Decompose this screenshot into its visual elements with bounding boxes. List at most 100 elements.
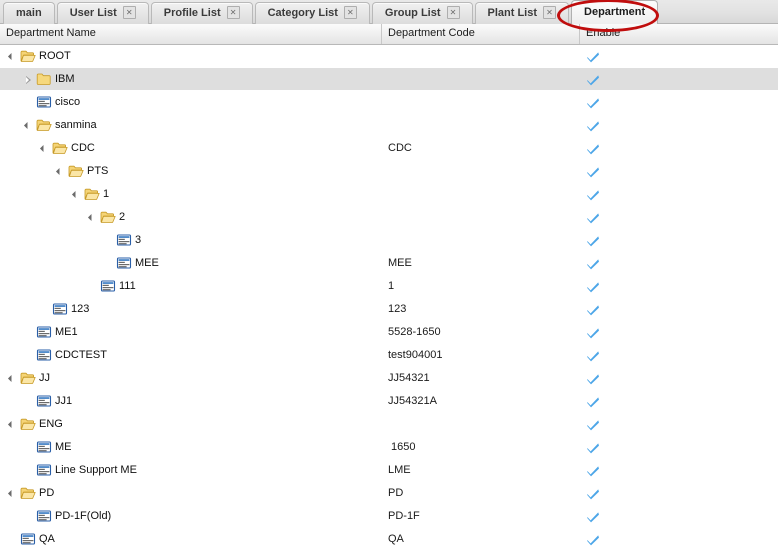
tree-row[interactable]: QA QA [0,528,778,550]
column-header-enable[interactable]: Enable [580,24,778,44]
cell-department-code[interactable]: PD [382,487,580,499]
cell-department-name[interactable]: QA [0,528,382,550]
cell-department-name[interactable]: ENG [0,413,382,436]
tree-row[interactable]: 111 1 [0,275,778,298]
cell-enable[interactable] [580,163,778,180]
tree-row[interactable]: PTS [0,160,778,183]
tree-row[interactable]: CDC CDC [0,137,778,160]
cell-department-code[interactable]: 1650 [382,441,580,453]
tree-row[interactable]: 1 [0,183,778,206]
cell-enable[interactable] [580,117,778,134]
tab-plant-list[interactable]: Plant List ✕ [474,2,570,24]
tree-row[interactable]: cisco [0,91,778,114]
cell-department-name[interactable]: cisco [0,91,382,114]
collapse-arrow-icon[interactable] [86,206,100,229]
expand-arrow-icon[interactable] [22,68,36,91]
cell-enable[interactable] [580,186,778,203]
cell-department-name[interactable]: 111 [0,275,382,298]
cell-department-name[interactable]: IBM [0,68,382,91]
cell-enable[interactable] [580,393,778,410]
cell-enable[interactable] [580,485,778,502]
close-icon[interactable]: ✕ [226,6,240,19]
cell-enable[interactable] [580,94,778,111]
cell-enable[interactable] [580,48,778,65]
cell-department-name[interactable]: ME [0,436,382,459]
close-icon[interactable]: ✕ [446,6,460,19]
tab-department[interactable]: Department [571,0,659,24]
cell-department-code[interactable]: test904001 [382,349,580,361]
tree-row[interactable]: Line Support ME LME [0,459,778,482]
close-icon[interactable]: ✕ [343,6,357,19]
cell-department-name[interactable]: Line Support ME [0,459,382,482]
cell-department-name[interactable]: CDCTEST [0,344,382,367]
collapse-arrow-icon[interactable] [70,183,84,206]
department-tree-grid[interactable]: ROOT IBM cisco sanmina CDC CDC PTS 1 2 3 MEE MEE 111… [0,45,778,550]
cell-enable[interactable] [580,278,778,295]
tree-row[interactable]: JJ1 JJ54321A [0,390,778,413]
tab-main[interactable]: main [3,2,55,24]
cell-department-name[interactable]: 123 [0,298,382,321]
cell-enable[interactable] [580,140,778,157]
cell-department-name[interactable]: JJ1 [0,390,382,413]
collapse-arrow-icon[interactable] [6,45,20,68]
tree-row[interactable]: CDCTEST test904001 [0,344,778,367]
tree-row[interactable]: ME 1650 [0,436,778,459]
cell-enable[interactable] [580,209,778,226]
cell-department-code[interactable]: JJ54321A [382,395,580,407]
tree-row[interactable]: MEE MEE [0,252,778,275]
close-icon[interactable]: ✕ [543,6,557,19]
cell-department-name[interactable]: ME1 [0,321,382,344]
cell-enable[interactable] [580,324,778,341]
tab-user-list[interactable]: User List ✕ [56,2,149,24]
cell-enable[interactable] [580,301,778,318]
tree-row[interactable]: PD-1F(Old) PD-1F [0,505,778,528]
cell-department-code[interactable]: 1 [382,280,580,292]
tree-row[interactable]: 3 [0,229,778,252]
tree-row[interactable]: 2 [0,206,778,229]
cell-department-code[interactable]: PD-1F [382,510,580,522]
tab-group-list[interactable]: Group List ✕ [371,2,473,24]
tree-row[interactable]: PD PD [0,482,778,505]
close-icon[interactable]: ✕ [122,6,136,19]
cell-department-name[interactable]: PD [0,482,382,505]
tree-row[interactable]: JJ JJ54321 [0,367,778,390]
tree-row[interactable]: 123 123 [0,298,778,321]
column-header-department-name[interactable]: Department Name [0,24,382,44]
cell-department-name[interactable]: PTS [0,160,382,183]
collapse-arrow-icon[interactable] [6,482,20,505]
tree-row[interactable]: IBM [0,68,778,91]
tree-row[interactable]: ROOT [0,45,778,68]
collapse-arrow-icon[interactable] [22,114,36,137]
tab-category-list[interactable]: Category List ✕ [254,2,370,24]
cell-department-code[interactable]: CDC [382,142,580,154]
cell-department-code[interactable]: 123 [382,303,580,315]
cell-department-code[interactable]: LME [382,464,580,476]
cell-enable[interactable] [580,71,778,88]
cell-department-name[interactable]: sanmina [0,114,382,137]
cell-enable[interactable] [580,232,778,249]
cell-department-code[interactable]: JJ54321 [382,372,580,384]
cell-department-name[interactable]: PD-1F(Old) [0,505,382,528]
cell-department-name[interactable]: 1 [0,183,382,206]
collapse-arrow-icon[interactable] [54,160,68,183]
cell-department-name[interactable]: MEE [0,252,382,275]
tree-row[interactable]: sanmina [0,114,778,137]
cell-enable[interactable] [580,255,778,272]
column-header-department-code[interactable]: Department Code [382,24,580,44]
cell-department-name[interactable]: ROOT [0,45,382,68]
cell-enable[interactable] [580,370,778,387]
cell-enable[interactable] [580,416,778,433]
cell-enable[interactable] [580,531,778,548]
cell-department-code[interactable]: MEE [382,257,580,269]
cell-department-name[interactable]: 2 [0,206,382,229]
tree-row[interactable]: ME1 5528-1650 [0,321,778,344]
cell-enable[interactable] [580,439,778,456]
cell-department-name[interactable]: CDC [0,137,382,160]
cell-enable[interactable] [580,462,778,479]
cell-department-code[interactable]: 5528-1650 [382,326,580,338]
collapse-arrow-icon[interactable] [38,137,52,160]
cell-enable[interactable] [580,347,778,364]
cell-department-name[interactable]: JJ [0,367,382,390]
tree-row[interactable]: ENG [0,413,778,436]
tab-profile-list[interactable]: Profile List ✕ [150,2,253,24]
